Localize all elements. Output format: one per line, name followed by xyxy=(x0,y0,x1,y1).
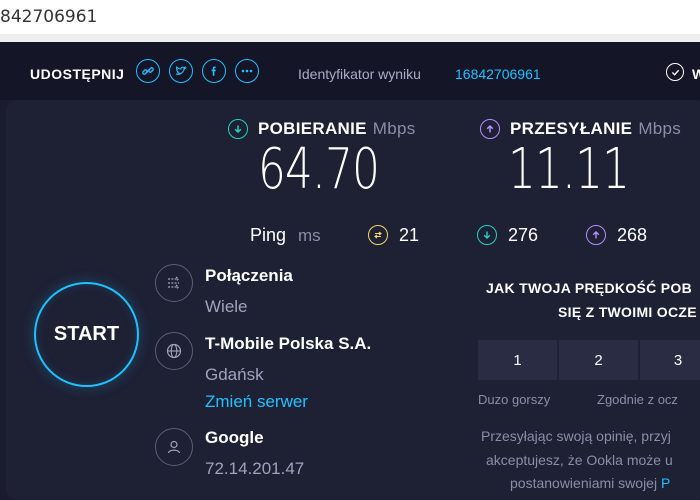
rating-option-2[interactable]: 2 xyxy=(559,340,638,380)
download-header: POBIERANIE Mbps xyxy=(228,119,416,139)
ping-unit: ms xyxy=(298,226,321,245)
facebook-icon[interactable] xyxy=(202,59,226,83)
download-label: POBIERANIE xyxy=(258,119,367,138)
result-id-label: Identyfikator wyniku xyxy=(298,66,421,82)
ping-label: Ping xyxy=(250,225,287,245)
survey-question-line1: JAK TWOJA PRĘDKOŚĆ POB xyxy=(486,280,692,296)
user-icon xyxy=(155,428,193,466)
ping-download-value: 276 xyxy=(508,225,539,245)
share-bar: UDOSTĘPNIJ Identyfikator wyniku 16842706… xyxy=(0,42,700,100)
check-icon[interactable] xyxy=(666,63,684,81)
start-button[interactable]: START xyxy=(34,282,139,387)
share-label: UDOSTĘPNIJ xyxy=(30,66,125,82)
connections-value: Wiele xyxy=(205,297,248,316)
upload-speed-value: 11.11 xyxy=(508,137,630,202)
upload-unit: Mbps xyxy=(638,119,682,138)
rating-option-2-label: 2 xyxy=(594,351,603,369)
rating-option-1[interactable]: 1 xyxy=(478,340,557,380)
change-server-link[interactable]: Zmień serwer xyxy=(205,392,308,412)
ping-upload-value: 268 xyxy=(617,225,648,245)
privacy-policy-link[interactable]: P xyxy=(661,475,670,491)
rating-option-3[interactable]: 3 xyxy=(640,340,700,380)
globe-icon xyxy=(155,332,193,370)
consent-line1: Przesyłając swoją opinię, przyj xyxy=(481,428,671,444)
consent-line3-text: postanowieniami swojej xyxy=(510,475,661,491)
host-title: Google xyxy=(205,428,264,447)
upload-header: PRZESYŁANIE Mbps xyxy=(480,119,681,139)
start-label: START xyxy=(53,323,120,345)
browser-divider xyxy=(0,34,700,42)
rating-caption-worse: Duzo gorszy xyxy=(478,392,551,407)
results-link-partial[interactable]: W xyxy=(692,66,700,82)
consent-line3: postanowieniami swojej P xyxy=(510,475,670,491)
connections-icon xyxy=(155,264,193,302)
download-speed-value: 64.70 xyxy=(258,137,380,202)
address-text[interactable]: 842706961 xyxy=(0,7,97,27)
more-icon[interactable] xyxy=(235,59,259,83)
host-ip: 72.14.201.47 xyxy=(205,459,305,478)
server-location: Gdańsk xyxy=(205,365,264,384)
ping-idle-icon xyxy=(368,225,388,245)
provider-title: T-Mobile Polska S.A. xyxy=(205,334,372,353)
connections-title: Połączenia xyxy=(205,266,293,285)
consent-line2: akceptujesz, że Ookla może u xyxy=(486,452,673,468)
result-id-link[interactable]: 16842706961 xyxy=(455,66,541,82)
twitter-icon[interactable] xyxy=(169,59,193,83)
download-unit: Mbps xyxy=(372,119,416,138)
rating-option-3-label: 3 xyxy=(673,351,683,369)
download-arrow-icon xyxy=(228,119,248,139)
link-icon[interactable] xyxy=(136,59,160,83)
ping-upload-icon xyxy=(586,225,606,245)
upload-label: PRZESYŁANIE xyxy=(510,119,633,138)
rating-caption-expected: Zgodnie z ocz xyxy=(597,392,678,407)
rating-option-1-label: 1 xyxy=(513,351,522,369)
ping-download-icon xyxy=(477,225,497,245)
browser-address-bar[interactable]: 842706961 xyxy=(0,0,700,35)
upload-arrow-icon xyxy=(480,119,500,139)
ping-idle-value: 21 xyxy=(399,225,420,245)
survey-question-line2: SIĘ Z TWOIMI OCZE xyxy=(558,304,697,320)
